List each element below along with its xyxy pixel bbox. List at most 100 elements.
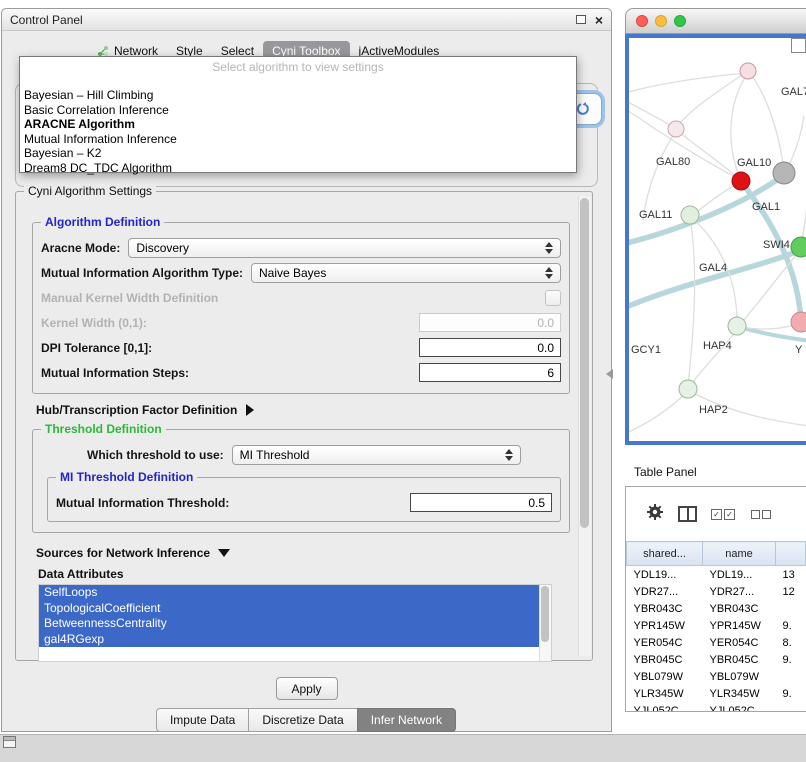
mi-threshold-field[interactable]: 0.5	[410, 493, 552, 512]
node-label: GAL11	[639, 209, 672, 221]
mi-type-select[interactable]: Naive Bayes	[251, 263, 561, 283]
table-row[interactable]: YBL079WYBL079W	[627, 668, 806, 685]
table-row[interactable]: YPR145WYPR145W9.	[627, 617, 806, 634]
table-cell: 9.	[776, 685, 806, 702]
table-cell: YBR043C	[627, 600, 703, 617]
settings-scrollbar[interactable]	[578, 196, 591, 656]
select-all-icon[interactable]: ✓✓	[711, 509, 737, 520]
attribute-item-selected[interactable]: SelfLoops	[39, 585, 539, 601]
kernel-width-row: Kernel Width (0,1): 0.0	[41, 310, 561, 335]
algorithm-option[interactable]: Dream8 DC_TDC Algorithm	[20, 161, 576, 176]
kernel-width-label: Kernel Width (0,1):	[41, 316, 147, 330]
minimize-traffic-light[interactable]	[655, 15, 667, 27]
bottom-statusbar	[0, 734, 806, 762]
column-header-name[interactable]: name	[703, 542, 776, 566]
algorithm-option[interactable]: Basic Correlation Inference	[20, 103, 576, 118]
table-cell: YBL079W	[703, 668, 776, 685]
table-cell: YBL079W	[627, 668, 703, 685]
scrollbar-thumb[interactable]	[580, 198, 589, 528]
attribute-item-selected[interactable]: TopologicalCoefficient	[39, 601, 539, 617]
table-toolbar: ✓✓	[626, 487, 806, 541]
manual-kernel-checkbox[interactable]	[545, 290, 561, 306]
mi-type-value: Naive Bayes	[259, 266, 326, 280]
data-attributes-list: SelfLoops TopologicalCoefficient Between…	[38, 584, 552, 662]
table-row[interactable]: YDR27...YDR27...12	[627, 583, 806, 600]
tab-discretize-data[interactable]: Discretize Data	[248, 708, 357, 732]
column-header-shared-name[interactable]: shared...	[627, 542, 703, 566]
attribute-item-selected[interactable]: BetweennessCentrality	[39, 616, 539, 632]
attribute-item-selected[interactable]: gal4RGexp	[39, 632, 539, 648]
network-node[interactable]	[791, 312, 806, 332]
column-header-extra[interactable]	[776, 542, 806, 566]
network-node[interactable]	[679, 380, 697, 398]
sources-label: Sources for Network Inference	[36, 546, 210, 560]
network-node[interactable]	[773, 162, 795, 184]
network-node[interactable]	[791, 237, 806, 257]
table-header-row: shared... name	[627, 542, 806, 566]
algorithm-definition-title: Algorithm Definition	[41, 215, 164, 229]
birdseye-view-box[interactable]	[791, 38, 806, 53]
apply-button[interactable]: Apply	[275, 677, 337, 700]
dpi-tolerance-field[interactable]: 0.0	[419, 338, 561, 357]
algorithm-option[interactable]: Bayesian – K2	[20, 146, 576, 161]
algorithm-option[interactable]: Mutual Information Inference	[20, 132, 576, 147]
combo-arrows-icon	[545, 242, 553, 254]
table-row[interactable]: YER054CYER054C8.	[627, 634, 806, 651]
node-table: shared... name YDL19...YDL19...13YDR27..…	[626, 541, 806, 712]
which-threshold-label: Which threshold to use:	[87, 448, 224, 462]
attribute-list-scrollbar[interactable]	[539, 585, 551, 661]
algorithm-option[interactable]: Bayesian – Hill Climbing	[20, 88, 576, 103]
table-row[interactable]: YDL19...YDL19...13	[627, 566, 806, 584]
tab-impute-data[interactable]: Impute Data	[156, 708, 249, 732]
node-table-body: YDL19...YDL19...13YDR27...YDR27...12YBR0…	[627, 566, 806, 713]
mi-type-row: Mutual Information Algorithm Type: Naive…	[41, 260, 561, 285]
network-node[interactable]	[668, 121, 684, 137]
table-cell	[776, 668, 806, 685]
algorithm-option-selected[interactable]: ARACNE Algorithm	[20, 117, 576, 132]
node-label: GAL4	[699, 262, 727, 274]
show-columns-icon[interactable]	[678, 506, 697, 522]
empty-box-icon	[751, 510, 760, 519]
screen: Control Panel × Network Style Select Cyn…	[0, 0, 806, 762]
aracne-mode-select[interactable]: Discovery	[128, 238, 561, 258]
mi-threshold-group-title: MI Threshold Definition	[56, 470, 197, 484]
zoom-traffic-light[interactable]	[674, 15, 686, 27]
network-tab-icon	[97, 45, 109, 57]
dpi-tolerance-row: DPI Tolerance [0,1]: 0.0	[41, 335, 561, 360]
network-node[interactable]	[728, 317, 746, 335]
network-window-titlebar	[625, 8, 806, 34]
network-view-window: GAL7 GAL80 GAL10 GAL11 GAL1 SWI4 GAL4 GC…	[625, 8, 806, 445]
network-node[interactable]	[732, 172, 750, 190]
table-cell: YJL052C	[627, 702, 703, 712]
network-node[interactable]	[740, 63, 756, 79]
kernel-width-field[interactable]: 0.0	[419, 313, 561, 332]
table-settings-button[interactable]	[646, 503, 664, 526]
panel-splitter-handle[interactable]	[606, 369, 613, 379]
deselect-all-icon[interactable]	[751, 510, 773, 519]
threshold-definition-title: Threshold Definition	[41, 422, 166, 436]
close-traffic-light[interactable]	[636, 15, 648, 27]
mi-threshold-row: Mutual Information Threshold: 0.5	[56, 490, 552, 515]
table-row[interactable]: YBR045CYBR045C9.	[627, 651, 806, 668]
sources-toggle[interactable]: Sources for Network Inference	[36, 541, 574, 565]
data-attributes-label: Data Attributes	[38, 567, 574, 581]
table-cell: YLR345W	[703, 685, 776, 702]
table-row[interactable]: YBR043CYBR043C	[627, 600, 806, 617]
close-icon[interactable]: ×	[595, 13, 603, 27]
table-row[interactable]: YJL052CYJL052C	[627, 702, 806, 712]
table-cell: 8.	[776, 634, 806, 651]
table-cell	[776, 702, 806, 712]
network-node[interactable]	[681, 206, 699, 224]
scrollbar-thumb[interactable]	[541, 586, 549, 642]
tab-infer-network[interactable]: Infer Network	[357, 708, 456, 732]
hub-definition-toggle[interactable]: Hub/Transcription Factor Definition	[36, 397, 574, 423]
which-threshold-value: MI Threshold	[240, 448, 310, 462]
table-row[interactable]: YLR345WYLR345W9.	[627, 685, 806, 702]
table-cell: YDR27...	[703, 583, 776, 600]
float-window-icon[interactable]	[576, 15, 586, 24]
network-canvas[interactable]: GAL7 GAL80 GAL10 GAL11 GAL1 SWI4 GAL4 GC…	[625, 34, 806, 445]
which-threshold-select[interactable]: MI Threshold	[232, 445, 521, 465]
mi-steps-field[interactable]: 6	[419, 363, 561, 382]
restore-panel-icon[interactable]	[3, 736, 16, 748]
control-panel-window: Control Panel × Network Style Select Cyn…	[1, 8, 612, 732]
